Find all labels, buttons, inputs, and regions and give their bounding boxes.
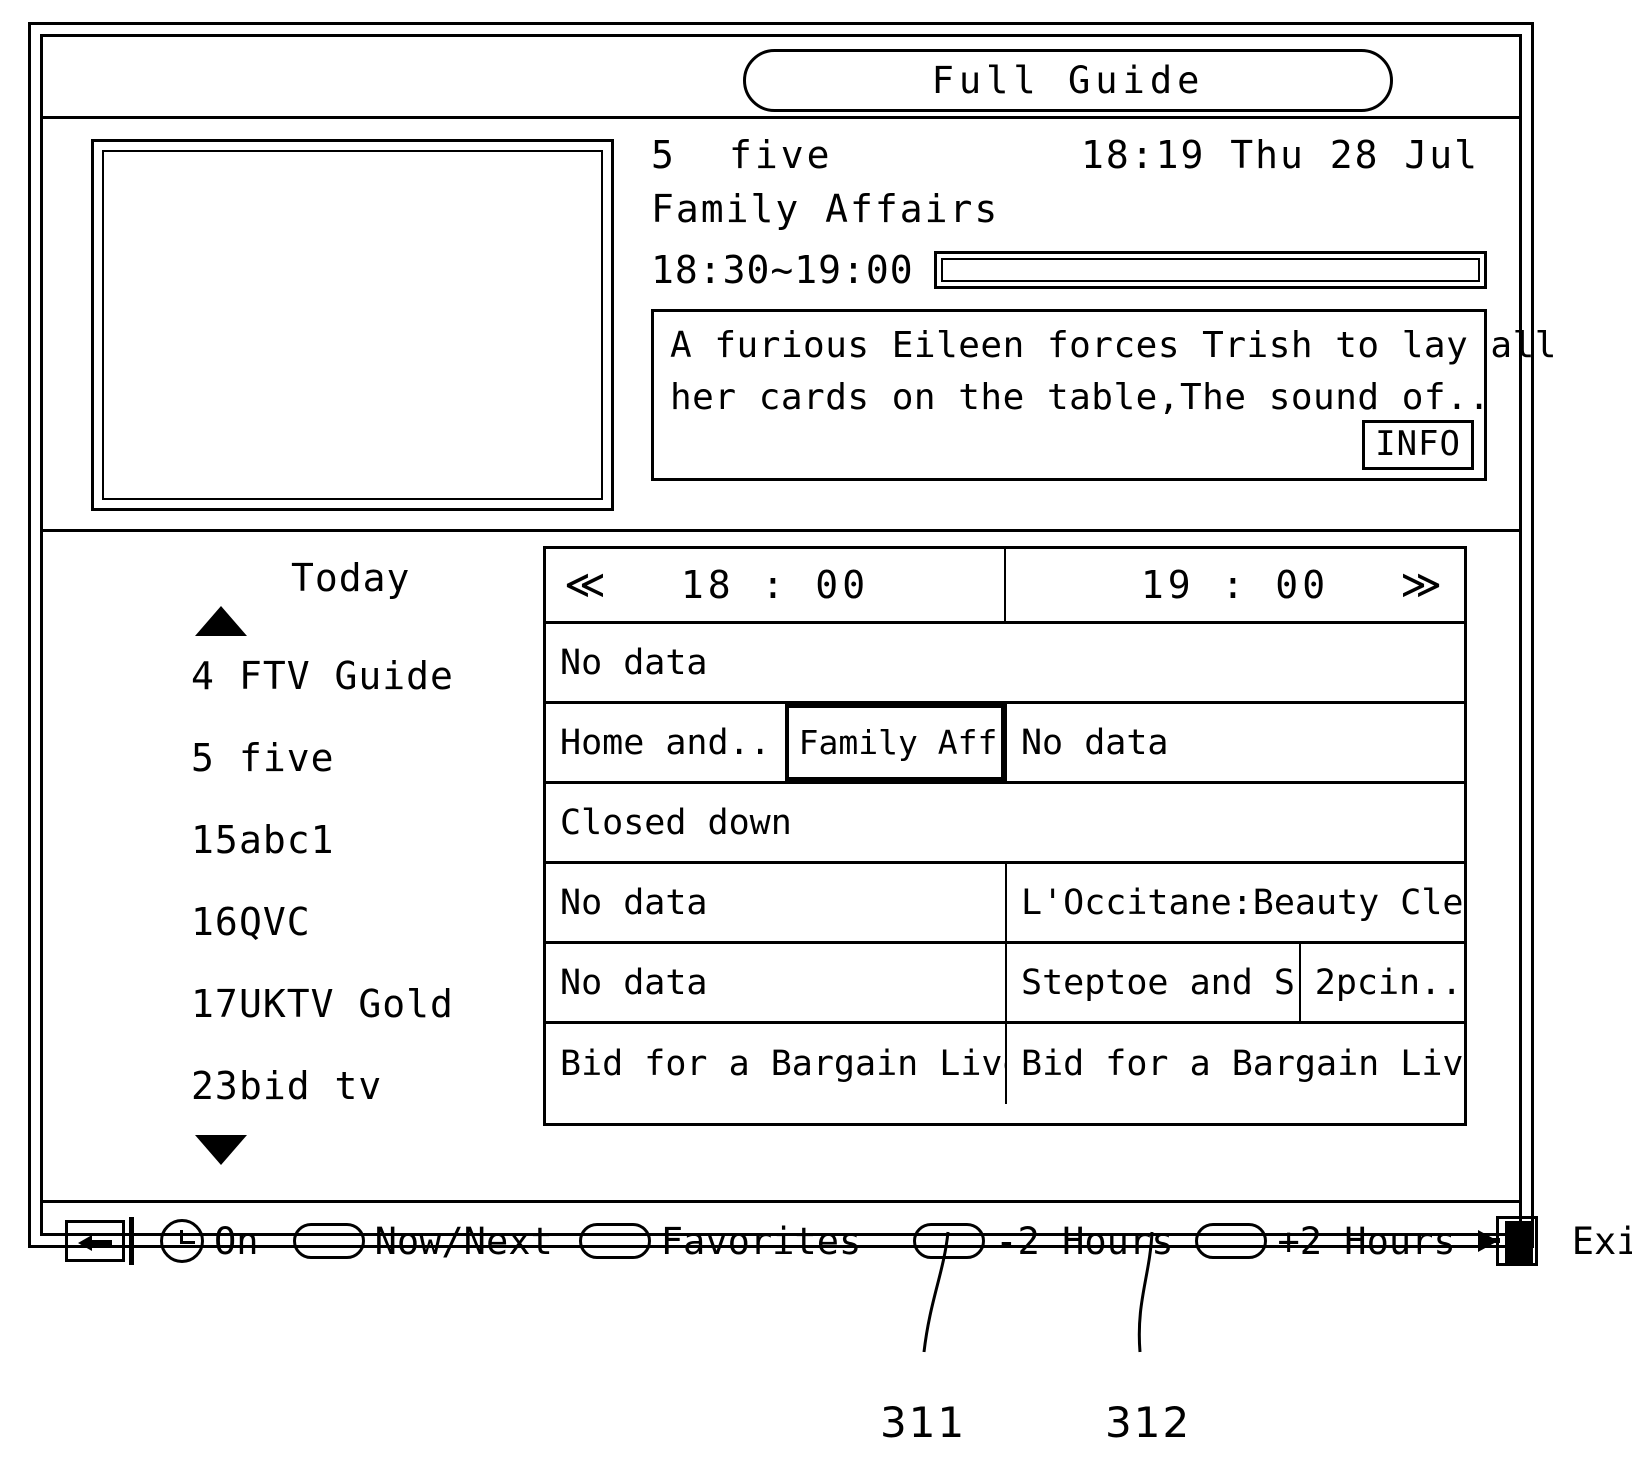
programme-time-range: 18:30~19:00 [651,248,914,292]
channel-number: 4 [191,653,215,698]
info-button[interactable]: INFO [1362,420,1474,470]
bottom-toolbar: On Now/Next Favorites -2 Hours +2 Hours [43,1203,1632,1279]
channel-list-item[interactable]: 15 abc1 [43,804,543,875]
toolbar-favorites-label: Favorites [660,1219,862,1263]
page-title-pill: Full Guide [743,49,1393,112]
clock-and-date: 18:19 Thu 28 Jul [1080,133,1479,177]
channel-list: Today 4 FTV Guide 5 five 15 abc1 16 QVC 17 UKTV G… [43,532,543,1200]
time-slot-header: 19 : 00 ≫ [1004,549,1464,621]
toolbar-now-next-label: Now/Next [374,1219,553,1263]
programme-cell[interactable]: Home and.. [546,704,785,781]
channel-list-item[interactable]: 23 bid tv [43,1050,543,1121]
time-slot-header: ≪ 18 : 00 [546,549,1004,621]
description-line-1: A furious Eileen forces Trish to lay all [670,325,1557,366]
toolbar-enter-item[interactable] [65,1217,134,1265]
channel-list-item[interactable]: 5 five [43,722,543,793]
toolbar-minus-two-hours-label: -2 Hours [995,1219,1174,1263]
enter-key-icon [65,1220,125,1262]
channel-name: bid tv [239,1063,383,1108]
door-icon [1495,1216,1538,1266]
programme-grid-row: Home and..Family Aff..No data [546,704,1464,784]
time-slot-label: 18 : 00 [680,563,870,607]
current-channel-line: 5 five 18:19 Thu 28 Jul [651,133,1487,187]
channel-number: 15 [191,817,239,862]
channel-name: QVC [239,899,311,944]
toolbar-on-item[interactable]: On [160,1219,259,1263]
info-panel: 5 five 18:19 Thu 28 Jul Family Affairs 18… [43,119,1557,532]
channel-list-item[interactable]: 4 FTV Guide [43,640,543,711]
programme-info: 5 five 18:19 Thu 28 Jul Family Affairs 18… [651,133,1557,517]
tv-screen-outer-frame: Full Guide 5 five 18:19 Thu 28 Jul Family… [28,22,1632,1266]
toolbar-favorites-item[interactable]: Favorites [578,1219,862,1263]
current-channel-name: five [729,133,833,177]
programme-grid-row: Closed down [546,784,1464,864]
programme-cell[interactable]: 2pcin.. [1298,944,1464,1021]
programme-progress-fill [940,258,1480,282]
toolbar-exit-item[interactable]: Exit [1477,1216,1632,1266]
programme-cell[interactable]: L'Occitane:Beauty Clea.. [1005,864,1464,941]
programme-cell[interactable]: Steptoe and S.. [1005,944,1299,1021]
reference-numeral-311: 311 [880,1398,967,1447]
programme-cell[interactable]: Closed down [546,784,1464,861]
programme-cell[interactable]: No data [546,944,1005,1021]
page-title: Full Guide [931,59,1205,102]
toolbar-plus-two-hours-item[interactable]: +2 Hours [1195,1219,1456,1263]
chevron-right-icon[interactable]: ≫ [1400,565,1446,605]
title-bar: Full Guide [43,37,1519,119]
programme-description-box: A furious Eileen forces Trish to lay all… [651,309,1557,481]
chevron-left-icon[interactable]: ≪ [564,565,610,605]
programme-progress-bar [933,251,1487,289]
programme-time-row: 18:30~19:00 [651,245,1487,295]
oval-button-icon [913,1223,986,1259]
time-slot-label: 19 : 00 [1140,563,1330,607]
programme-grid: ≪ 18 : 00 19 : 00 ≫ No data Home and.. Family… [543,546,1467,1126]
guide-panel: Today 4 FTV Guide 5 five 15 abc1 16 QVC 17 UKTV G… [43,532,1519,1203]
programme-cell[interactable]: Bid for a Bargain Live [546,1024,1005,1104]
channel-number: 5 [191,735,215,780]
programme-cell[interactable]: Bid for a Bargain Live [1005,1024,1464,1104]
oval-button-icon [292,1223,365,1259]
toolbar-minus-two-hours-item[interactable]: -2 Hours [913,1220,1173,1263]
programme-grid-row: No dataSteptoe and S..2pcin.. [546,944,1464,1024]
channel-list-item[interactable]: 17 UKTV Gold [43,968,543,1039]
programme-cell[interactable]: No data [546,864,1005,941]
channel-number: 17 [191,981,239,1026]
programme-cell[interactable]: No data [546,624,1464,701]
channel-number: 16 [191,899,239,944]
current-channel-number: 5 [651,133,677,177]
toolbar-now-next-item[interactable]: Now/Next [292,1219,553,1263]
description-line-2: her cards on the table,The sound of.. [670,377,1491,418]
triangle-up-icon[interactable] [195,606,247,636]
time-header-row: ≪ 18 : 00 19 : 00 ≫ [546,549,1464,624]
channel-name: abc1 [239,817,335,862]
video-preview-inner [102,150,603,500]
video-preview-window[interactable] [91,139,614,511]
programme-grid-row: No data [546,624,1464,704]
oval-button-icon [1195,1223,1268,1259]
exit-door-icon [1477,1216,1562,1266]
toolbar-on-label: On [214,1219,259,1263]
programme-cell[interactable]: No data [1004,704,1464,781]
programme-grid-row: Bid for a Bargain Live Bid for a Bargain … [546,1024,1464,1104]
toolbar-plus-two-hours-label: +2 Hours [1277,1219,1456,1263]
channel-name: UKTV Gold [239,981,454,1026]
programme-grid-row: No dataL'Occitane:Beauty Clea.. [546,864,1464,944]
clock-icon [160,1219,204,1263]
triangle-down-icon[interactable] [195,1135,247,1165]
channel-name: five [239,735,335,780]
channel-list-item[interactable]: 16 QVC [43,886,543,957]
reference-numeral-312: 312 [1105,1398,1192,1447]
channel-name: FTV Guide [239,653,454,698]
channel-number: 23 [191,1063,239,1108]
oval-button-icon [578,1223,651,1259]
enter-key-tail-icon [129,1217,134,1265]
current-programme-title: Family Affairs [651,187,1000,231]
toolbar-exit-label: Exit [1571,1219,1632,1263]
programme-cell-selected[interactable]: Family Aff.. [784,704,1005,781]
day-label: Today [291,556,411,600]
tv-screen-inner-frame: Full Guide 5 five 18:19 Thu 28 Jul Family… [40,34,1632,1266]
